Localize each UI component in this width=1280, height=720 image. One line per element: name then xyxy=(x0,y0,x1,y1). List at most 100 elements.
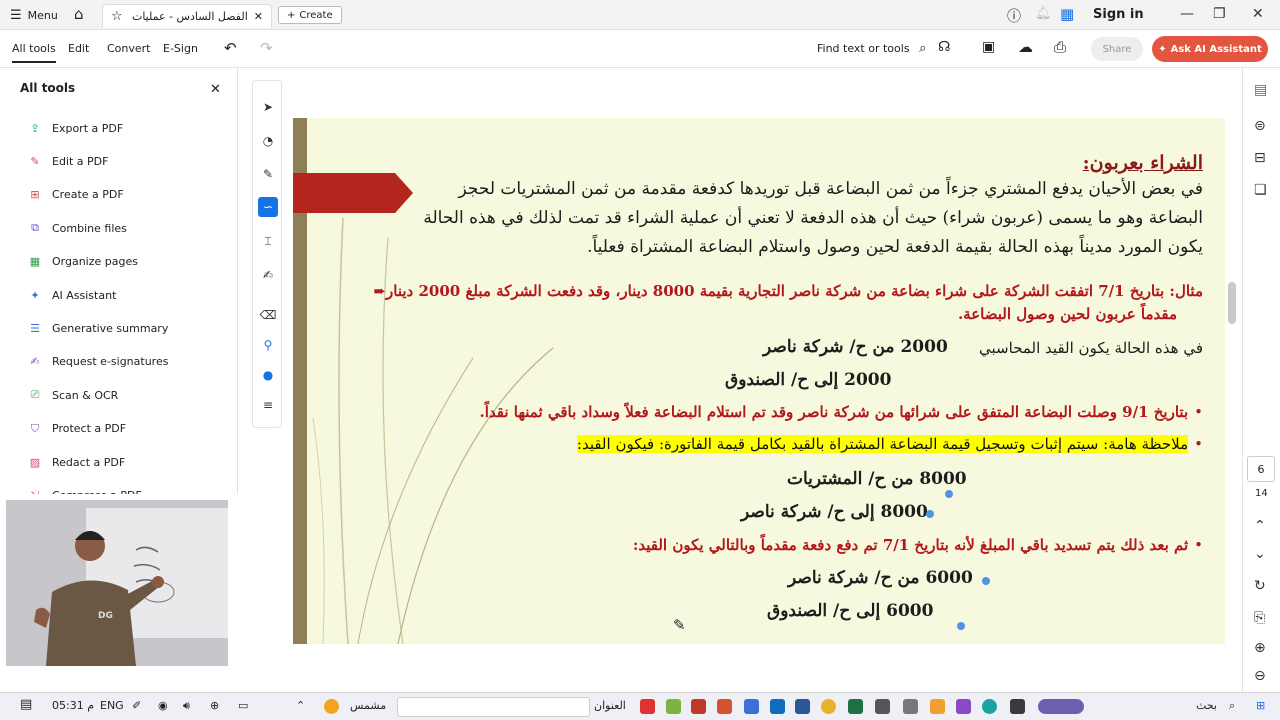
tool-label: Protect a PDF xyxy=(52,422,127,436)
more-menu-icon[interactable]: ≡ xyxy=(258,395,278,415)
bell-icon[interactable]: 🔔︎ xyxy=(1035,6,1052,21)
highlight-pen-icon[interactable]: ✎ xyxy=(258,164,278,184)
close-panel-icon[interactable]: ✕ xyxy=(210,82,221,97)
page-up-icon[interactable]: ⌃ xyxy=(1254,518,1266,534)
share-link-icon[interactable]: ⊜ xyxy=(1254,118,1266,134)
document-tab[interactable]: ☆ الفصل السادس - عمليات الب... ✕ xyxy=(102,4,272,28)
panel-title: All tools xyxy=(20,81,76,95)
pen-tray-icon[interactable]: ✐ xyxy=(132,699,141,712)
current-page-field[interactable]: 6 xyxy=(1247,456,1275,482)
tool-export-a-pdf[interactable]: ⇪ Export a PDF xyxy=(28,121,123,135)
close-tab-icon[interactable]: ✕ xyxy=(254,10,263,23)
tool-request-e-signatures[interactable]: ✍ Request e-signatures xyxy=(28,355,168,369)
app-icon[interactable] xyxy=(903,699,918,714)
clock[interactable]: 05:31 م xyxy=(52,699,94,712)
pages-icon[interactable]: ❏ xyxy=(1254,182,1267,198)
app-icon[interactable] xyxy=(666,699,681,714)
tool-generative-summary[interactable]: ☰ Generative summary xyxy=(28,321,168,335)
tool-combine-files[interactable]: ⧉ Combine files xyxy=(28,221,127,235)
compress-icon: ⇲ xyxy=(28,488,42,494)
tool-organize-pages[interactable]: ▦ Organize pages xyxy=(28,255,138,269)
weather-label: مشمس xyxy=(350,699,387,712)
close-window-icon[interactable]: ✕ xyxy=(1252,6,1264,22)
all-tools-menu[interactable]: All tools xyxy=(12,42,56,63)
comments-panel-icon[interactable]: ▤ xyxy=(1254,82,1267,98)
signature-icon: ✍ xyxy=(30,355,40,369)
home-icon[interactable]: ⌂ xyxy=(74,5,84,23)
text-box-icon[interactable]: ⌶ xyxy=(258,231,278,251)
undo-icon[interactable]: ↶ xyxy=(224,39,237,57)
widgets-icon[interactable] xyxy=(1038,699,1084,714)
redo-icon[interactable]: ↷ xyxy=(260,39,273,57)
taskbar-search-icon[interactable]: ⌕ xyxy=(1229,699,1235,713)
star-icon[interactable]: ☆ xyxy=(111,9,123,24)
share-button[interactable]: Share xyxy=(1091,37,1143,61)
tool-protect-a-pdf[interactable]: ⛉ Protect a PDF xyxy=(28,422,126,436)
acrobat-app-icon[interactable] xyxy=(640,699,655,714)
ask-ai-button[interactable]: ✦ Ask AI Assistant xyxy=(1152,36,1268,62)
pin-icon[interactable]: ⚲ xyxy=(258,335,278,355)
upload-icon[interactable]: ☁ xyxy=(1018,38,1033,56)
page-down-icon[interactable]: ⌄ xyxy=(1254,546,1266,562)
comment-icon[interactable]: ◔ xyxy=(258,131,278,151)
notification-icon[interactable]: ▤ xyxy=(20,697,32,712)
help-icon[interactable]: ⓘ xyxy=(1007,6,1021,26)
start-icon[interactable]: ⊞ xyxy=(1256,699,1265,712)
outlook-app-icon[interactable] xyxy=(770,699,785,714)
esign-menu[interactable]: E-Sign xyxy=(163,42,198,55)
tool-create-a-pdf[interactable]: ⊞ Create a PDF xyxy=(28,188,124,202)
print-icon[interactable]: ⎙ xyxy=(1054,38,1066,56)
zoom-in-icon[interactable]: ⊕ xyxy=(1254,640,1266,656)
maximize-icon[interactable]: ❐ xyxy=(1213,6,1226,22)
menu-button[interactable]: ☰ Menu xyxy=(10,0,58,30)
battery-icon[interactable]: ▭ xyxy=(238,699,248,712)
select-cursor-icon[interactable]: ➤ xyxy=(258,97,278,117)
color-dot-icon[interactable]: ● xyxy=(258,365,278,385)
sign-in-button[interactable]: Sign in xyxy=(1093,7,1144,22)
tool-scan-ocr[interactable]: ⎚ Scan & OCR xyxy=(28,388,119,402)
record-tray-icon[interactable]: ◉ xyxy=(158,699,168,712)
tool-ai-assistant[interactable]: ✦ AI Assistant xyxy=(28,288,116,302)
save-page-icon[interactable]: ⎘ xyxy=(1254,610,1265,626)
draw-lasso-icon[interactable]: ∽ xyxy=(258,197,278,217)
app-icon[interactable] xyxy=(744,699,759,714)
app-icon[interactable] xyxy=(875,699,890,714)
edge-app-icon[interactable] xyxy=(982,699,997,714)
tool-edit-a-pdf[interactable]: ✎ Edit a PDF xyxy=(28,154,108,168)
create-button[interactable]: + Create xyxy=(278,6,342,24)
excel-app-icon[interactable] xyxy=(848,699,863,714)
redact-icon: ▨ xyxy=(29,455,41,469)
tool-compress-a-pdf[interactable]: ⇲ Compress a PDF xyxy=(28,488,141,494)
minimize-icon[interactable]: — xyxy=(1180,6,1194,22)
tool-label: Create a PDF xyxy=(52,188,124,202)
chrome-app-icon[interactable] xyxy=(821,699,836,714)
find-tools-button[interactable]: Find text or tools ⌕ xyxy=(817,41,926,56)
up-chevron-icon[interactable]: ⌃ xyxy=(296,699,305,712)
network-icon[interactable]: ⊕ xyxy=(210,699,219,712)
app-icon[interactable] xyxy=(930,699,945,714)
app-icon[interactable] xyxy=(956,699,971,714)
bookmark-icon[interactable]: ⊟ xyxy=(1254,150,1266,166)
headphones-icon[interactable]: ☊ xyxy=(938,39,950,55)
word-app-icon[interactable] xyxy=(795,699,810,714)
language-indicator[interactable]: ENG xyxy=(100,699,124,712)
tool-redact-a-pdf[interactable]: ▨ Redact a PDF xyxy=(28,455,125,469)
volume-icon[interactable]: 🔊︎ xyxy=(183,699,190,713)
zoom-out-icon[interactable]: ⊖ xyxy=(1254,668,1266,684)
powerpoint-app-icon[interactable] xyxy=(717,699,732,714)
record-app-icon[interactable] xyxy=(691,699,706,714)
sign-icon[interactable]: ✍ xyxy=(258,265,278,285)
eraser-icon[interactable]: ⌫ xyxy=(258,305,278,325)
app-icon[interactable] xyxy=(1010,699,1025,714)
save-icon[interactable]: ▣ xyxy=(982,39,995,55)
edit-menu[interactable]: Edit xyxy=(68,42,89,55)
vertical-scrollbar[interactable] xyxy=(1228,282,1236,324)
apps-grid-icon[interactable]: ▦ xyxy=(1060,5,1074,23)
note-text: ملاحظة هامة: سيتم إثبات وتسجيل قيمة البض… xyxy=(576,435,1189,453)
convert-menu[interactable]: Convert xyxy=(107,42,151,55)
refresh-icon[interactable]: ↻ xyxy=(1254,578,1266,594)
weather-sun-icon[interactable] xyxy=(324,699,339,714)
search-label[interactable]: بحث xyxy=(1196,699,1217,712)
edit-icon: ✎ xyxy=(30,154,40,168)
address-box[interactable] xyxy=(397,697,590,717)
